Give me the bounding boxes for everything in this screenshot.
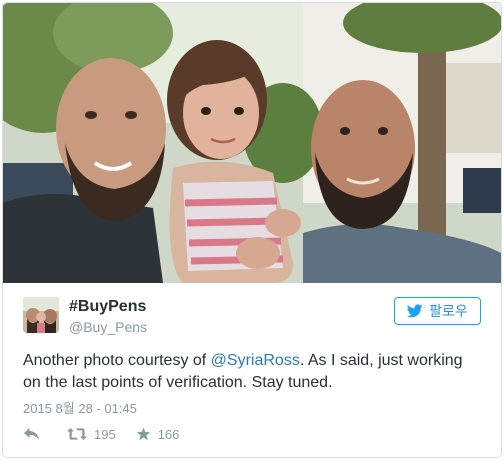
- retweet-count: 195: [94, 426, 116, 442]
- tweet-body: #BuyPens @Buy_Pens 팔로우 Another photo cou…: [3, 283, 501, 457]
- twitter-bird-icon: [407, 304, 423, 318]
- tweet-card: #BuyPens @Buy_Pens 팔로우 Another photo cou…: [2, 2, 502, 458]
- timestamp[interactable]: 2015 8월 28 - 01:45: [23, 398, 137, 417]
- tweet-text: Another photo courtesy of @SyriaRoss. As…: [23, 350, 483, 394]
- tweet-actions: 195 166: [23, 425, 199, 443]
- like-count: 166: [157, 426, 180, 442]
- avatar[interactable]: [23, 297, 59, 333]
- tweet-photo[interactable]: [3, 3, 501, 283]
- display-name[interactable]: #BuyPens: [69, 298, 146, 316]
- user-handle[interactable]: @Buy_Pens: [69, 319, 147, 335]
- avatar-image: [23, 297, 59, 333]
- retweet-icon: [67, 428, 87, 440]
- photo-illustration: [3, 3, 501, 283]
- retweet-button[interactable]: 195: [67, 427, 116, 442]
- star-icon: [136, 427, 151, 441]
- tweet-text-before: Another photo courtesy of: [23, 352, 211, 369]
- mention-link[interactable]: @SyriaRoss: [211, 352, 300, 369]
- reply-icon: [24, 428, 39, 440]
- like-button[interactable]: 166: [136, 426, 180, 442]
- follow-label: 팔로우: [429, 303, 468, 319]
- follow-button[interactable]: 팔로우: [394, 297, 481, 325]
- reply-button[interactable]: [23, 427, 47, 441]
